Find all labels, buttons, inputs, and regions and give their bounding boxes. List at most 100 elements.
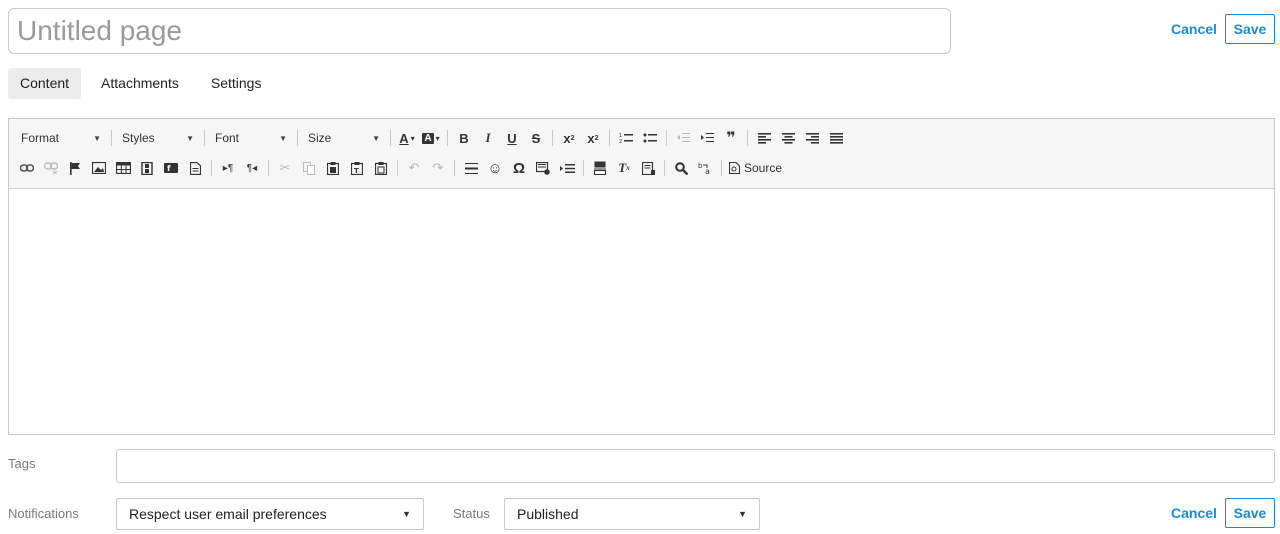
template-icon[interactable] <box>184 157 206 179</box>
tags-input[interactable] <box>116 449 1275 483</box>
page-break-icon[interactable] <box>589 157 611 179</box>
styles-dropdown[interactable]: Styles ▼ <box>116 127 200 149</box>
tab-settings[interactable]: Settings <box>199 68 274 99</box>
background-color-icon[interactable]: A ▾ <box>420 127 442 149</box>
size-dropdown-label: Size <box>308 131 332 145</box>
format-dropdown[interactable]: Format ▼ <box>15 127 107 149</box>
cut-icon[interactable]: ✂ <box>274 157 296 179</box>
toolbar-separator <box>721 160 722 176</box>
svg-text:f: f <box>167 164 171 173</box>
toolbar-separator <box>390 130 391 146</box>
notifications-label: Notifications <box>8 506 79 521</box>
copy-icon[interactable] <box>298 157 320 179</box>
status-select[interactable]: Published ▼ <box>504 498 760 530</box>
toolbar-separator <box>454 160 455 176</box>
bulleted-list-icon[interactable] <box>639 127 661 149</box>
subscript-icon[interactable]: x2 <box>582 127 604 149</box>
font-dropdown[interactable]: Font ▼ <box>209 127 293 149</box>
replace-icon[interactable]: ba <box>694 157 716 179</box>
font-dropdown-label: Font <box>215 131 240 145</box>
status-value: Published <box>517 506 579 522</box>
unlink-icon[interactable] <box>40 157 62 179</box>
toolbar-separator <box>552 130 553 146</box>
superscript-icon[interactable]: x2 <box>558 127 580 149</box>
flash-icon[interactable]: f <box>160 157 182 179</box>
status-label: Status <box>453 506 490 521</box>
toolbar-separator <box>609 130 610 146</box>
numbered-list-icon[interactable]: 12 <box>615 127 637 149</box>
toolbar-separator <box>111 130 112 146</box>
cancel-button-top[interactable]: Cancel <box>1171 19 1217 39</box>
find-icon[interactable] <box>670 157 692 179</box>
save-button-bottom[interactable]: Save <box>1225 498 1275 528</box>
smiley-icon[interactable]: ☺ <box>484 157 506 179</box>
chevron-down-icon: ▼ <box>279 133 287 143</box>
align-left-icon[interactable] <box>753 127 775 149</box>
preview-icon[interactable] <box>637 157 659 179</box>
italic-icon[interactable]: I <box>477 127 499 149</box>
paste-icon[interactable] <box>322 157 344 179</box>
decrease-indent-icon[interactable] <box>672 127 694 149</box>
text-color-icon[interactable]: A ▾ <box>396 127 418 149</box>
underline-icon[interactable]: U <box>501 127 523 149</box>
image-icon[interactable] <box>88 157 110 179</box>
chevron-down-icon: ▼ <box>93 133 101 143</box>
bold-icon[interactable]: B <box>453 127 475 149</box>
svg-text:a: a <box>705 167 710 175</box>
tab-attachments[interactable]: Attachments <box>89 68 191 99</box>
page-title-input[interactable] <box>8 8 951 54</box>
rtl-icon[interactable]: ¶◂ <box>241 157 263 179</box>
chevron-down-icon: ▼ <box>186 133 194 143</box>
toolbar-separator <box>268 160 269 176</box>
chevron-down-icon: ▼ <box>372 133 380 143</box>
svg-text:2: 2 <box>619 139 622 144</box>
justify-icon[interactable] <box>825 127 847 149</box>
table-icon[interactable] <box>112 157 134 179</box>
horizontal-rule-icon[interactable] <box>460 157 482 179</box>
toolbar-row-2: f ▸¶ ¶◂ ✂ T ↶ ↷ ☺ Ω T x b a Source <box>15 153 1268 183</box>
align-right-icon[interactable] <box>801 127 823 149</box>
iframe-icon[interactable] <box>532 157 554 179</box>
format-dropdown-label: Format <box>21 131 60 145</box>
toolbar-separator <box>204 130 205 146</box>
special-char-icon[interactable]: Ω <box>508 157 530 179</box>
toolbar-separator <box>397 160 398 176</box>
toolbar-separator <box>447 130 448 146</box>
anchor-flag-icon[interactable] <box>64 157 86 179</box>
toolbar-separator <box>211 160 212 176</box>
toolbar-separator <box>666 130 667 146</box>
notifications-select[interactable]: Respect user email preferences ▼ <box>116 498 424 530</box>
toolbar-separator <box>664 160 665 176</box>
align-center-icon[interactable] <box>777 127 799 149</box>
source-button[interactable]: Source <box>727 157 784 179</box>
source-icon <box>729 162 740 174</box>
paste-text-icon[interactable]: T <box>346 157 368 179</box>
undo-icon[interactable]: ↶ <box>403 157 425 179</box>
toolbar-separator <box>297 130 298 146</box>
media-film-icon[interactable] <box>136 157 158 179</box>
save-button-top[interactable]: Save <box>1225 14 1275 44</box>
blockquote-icon[interactable]: ❞ <box>720 127 742 149</box>
source-label: Source <box>744 161 783 175</box>
toolbar-separator <box>747 130 748 146</box>
toolbar-row-1: Format ▼ Styles ▼ Font ▼ Size ▼ A ▾ A ▾ B I U … <box>15 123 1268 153</box>
ltr-icon[interactable]: ▸¶ <box>217 157 239 179</box>
link-icon[interactable] <box>16 157 38 179</box>
svg-text:b: b <box>698 162 703 170</box>
show-blocks-icon[interactable] <box>556 157 578 179</box>
editor-content-area[interactable] <box>9 189 1274 434</box>
tab-bar: Content Attachments Settings <box>8 68 281 99</box>
redo-icon[interactable]: ↷ <box>427 157 449 179</box>
toolbar-separator <box>583 160 584 176</box>
strikethrough-icon[interactable]: S <box>525 127 547 149</box>
cancel-button-bottom[interactable]: Cancel <box>1171 503 1217 523</box>
tab-content[interactable]: Content <box>8 68 82 99</box>
notifications-value: Respect user email preferences <box>129 506 327 522</box>
paste-word-icon[interactable] <box>370 157 392 179</box>
remove-format-icon[interactable]: Tx <box>613 157 635 179</box>
tags-label: Tags <box>8 456 36 471</box>
styles-dropdown-label: Styles <box>122 131 155 145</box>
increase-indent-icon[interactable] <box>696 127 718 149</box>
chevron-down-icon: ▼ <box>402 509 411 519</box>
size-dropdown[interactable]: Size ▼ <box>302 127 386 149</box>
